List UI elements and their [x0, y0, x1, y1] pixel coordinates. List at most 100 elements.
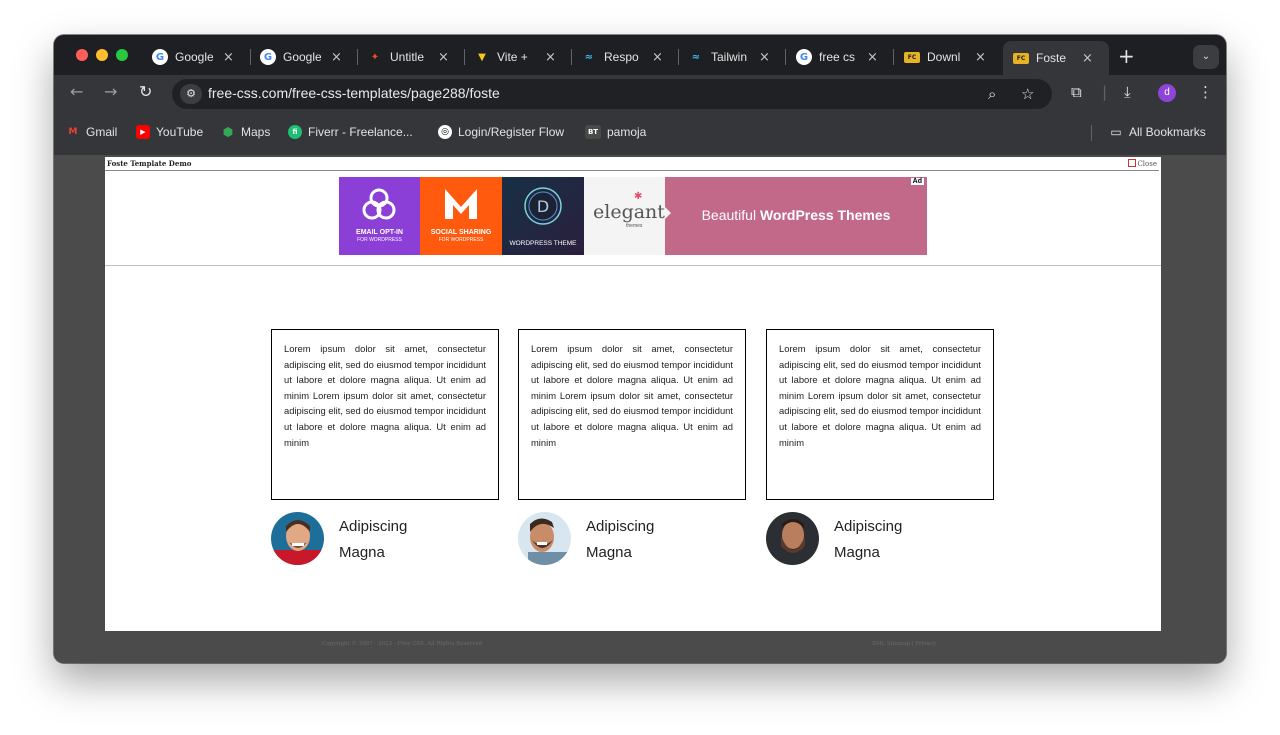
demo-close-label: Close: [1137, 160, 1157, 168]
back-icon[interactable]: ←: [70, 82, 83, 101]
demo-title: Foste Template Demo: [107, 159, 192, 168]
author-name-line1: Adipiscing: [586, 518, 655, 535]
browser-tab[interactable]: G Google ×: [260, 43, 342, 71]
author-avatar: [518, 512, 571, 565]
footer-links[interactable]: XML Sitemap | Privacy: [872, 641, 936, 647]
address-bar[interactable]: ⚙ free-css.com/free-css-templates/page28…: [172, 79, 1052, 109]
close-tab-icon[interactable]: ×: [652, 50, 663, 65]
elegant-star-icon: ✱: [634, 191, 643, 202]
ad-panel-tagline: Beautiful WordPress Themes Ad: [665, 177, 927, 255]
gmail-icon: M: [68, 127, 78, 137]
testimonial-card: Lorem ipsum dolor sit amet, consectetur …: [518, 329, 746, 500]
close-tab-icon[interactable]: ×: [545, 50, 556, 65]
ad-label: Ad: [910, 178, 924, 185]
browser-tab[interactable]: ≈ Respo ×: [581, 43, 663, 71]
folder-icon: ▭: [1110, 125, 1122, 139]
reload-icon[interactable]: ↻: [139, 82, 152, 101]
bt-icon: BT: [585, 125, 601, 139]
ad-panel-divi: D WORDPRESS THEME: [502, 177, 584, 255]
bookmark-label: Fiverr - Freelance...: [308, 125, 413, 139]
toolbar-divider: |: [1102, 83, 1108, 101]
tailwind-icon: ≈: [691, 51, 701, 63]
google-icon: G: [152, 49, 168, 65]
close-tab-icon[interactable]: ×: [975, 50, 986, 65]
close-tab-icon[interactable]: ×: [438, 50, 449, 65]
browser-tab[interactable]: ▼ Vite + ×: [474, 43, 556, 71]
ad-panel-social: SOCIAL SHARING FOR WORDPRESS: [420, 177, 502, 255]
ad-panel-title: SOCIAL SHARING: [430, 229, 492, 236]
forward-icon[interactable]: →: [104, 82, 117, 101]
maps-icon: ⬢: [222, 125, 234, 139]
zoom-icon[interactable]: ⌕: [988, 85, 996, 103]
site-info-icon[interactable]: ⚙: [180, 84, 202, 104]
profile-avatar[interactable]: d: [1158, 84, 1176, 102]
tab-title: Google: [283, 50, 321, 64]
demo-close-button[interactable]: Close: [1128, 159, 1157, 168]
extensions-icon[interactable]: ⧉: [1071, 83, 1082, 101]
google-icon: G: [260, 49, 276, 65]
author-name: Adipiscing Magna: [834, 514, 944, 566]
tab-divider: [357, 49, 358, 65]
tab-title: Downl: [927, 50, 961, 64]
close-tab-icon[interactable]: ×: [867, 50, 878, 65]
elegant-wordmark: elegant: [593, 201, 665, 223]
ad-tagline-plain: Beautiful: [701, 207, 760, 223]
ad-tagline: Beautiful WordPress Themes: [665, 207, 927, 223]
bookmark-youtube[interactable]: ▶ YouTube: [136, 125, 203, 139]
vite-icon: ▼: [478, 51, 486, 63]
testimonial-card: Lorem ipsum dolor sit amet, consectetur …: [271, 329, 499, 500]
elegant-sub: themes: [626, 223, 643, 229]
browser-tab-active[interactable]: FC Foste ×: [1003, 41, 1109, 75]
bookmark-login-register[interactable]: ◎ Login/Register Flow: [438, 125, 564, 139]
site-footer: Copyright © 2007 - 2023 - Free CSS. All …: [54, 641, 1226, 663]
close-tab-icon[interactable]: ×: [331, 50, 342, 65]
svg-text:D: D: [537, 197, 549, 216]
close-tab-icon[interactable]: ×: [759, 50, 770, 65]
close-window-button[interactable]: [76, 49, 88, 61]
bookmark-label: Gmail: [86, 125, 118, 139]
browser-tab[interactable]: G free cs ×: [796, 43, 878, 71]
author-name-line2: Magna: [834, 544, 880, 561]
minimize-window-button[interactable]: [96, 49, 108, 61]
tab-divider: [678, 49, 679, 65]
bookmark-label: YouTube: [156, 125, 204, 139]
monarch-logo-icon: [445, 189, 477, 219]
chatgpt-icon: ◎: [438, 125, 452, 139]
download-icon[interactable]: ⤓: [1124, 83, 1131, 101]
author-name-line2: Magna: [339, 544, 385, 561]
freecss-icon: FC: [1013, 52, 1029, 64]
tab-divider: [250, 49, 251, 65]
bookmark-maps[interactable]: ⬢ Maps: [221, 125, 271, 139]
ad-banner[interactable]: EMAIL OPT-IN FOR WORDPRESS SOCIAL SHARIN…: [339, 177, 927, 255]
new-tab-button[interactable]: +: [1118, 44, 1135, 68]
ad-panel-elegant: elegant ✱ themes: [584, 177, 665, 255]
browser-tab[interactable]: ✦ Untitle ×: [367, 43, 449, 71]
ad-divider: [105, 265, 1161, 266]
menu-icon[interactable]: ⋮: [1198, 83, 1213, 101]
browser-tab[interactable]: ≈ Tailwin ×: [688, 43, 770, 71]
browser-tab[interactable]: G Google ×: [152, 43, 234, 71]
maximize-window-button[interactable]: [116, 49, 128, 61]
author-avatar: [271, 512, 324, 565]
youtube-icon: ▶: [136, 125, 150, 139]
freecss-icon: FC: [904, 51, 920, 63]
tab-search-button[interactable]: ⌄: [1193, 45, 1219, 69]
close-tab-icon[interactable]: ×: [223, 50, 234, 65]
bookmark-gmail[interactable]: M Gmail: [66, 125, 118, 139]
bookmark-fiverr[interactable]: fi Fiverr - Freelance...: [288, 125, 413, 139]
tab-title: Tailwin: [711, 50, 748, 64]
browser-tab[interactable]: FC Downl ×: [904, 43, 986, 71]
bookmark-label: Login/Register Flow: [458, 125, 565, 139]
url-text[interactable]: free-css.com/free-css-templates/page288/…: [208, 85, 500, 101]
bookmarks-divider: [1091, 125, 1092, 141]
ad-panel-title: EMAIL OPT-IN: [356, 229, 403, 236]
close-tab-icon[interactable]: ×: [1082, 51, 1093, 66]
tab-strip: G Google × G Google × ✦ Untitle × ▼ Vite…: [54, 35, 1226, 75]
bookmark-star-icon[interactable]: ☆: [1021, 85, 1034, 103]
author-name-line2: Magna: [586, 544, 632, 561]
demo-frame: Foste Template Demo Close EMAIL OPT-IN F…: [105, 157, 1161, 631]
all-bookmarks-button[interactable]: ▭ All Bookmarks: [1109, 125, 1205, 139]
ad-panel-subtitle: FOR WORDPRESS: [438, 237, 484, 243]
tab-title: free cs: [819, 50, 856, 64]
bookmark-pamoja[interactable]: BT pamoja: [585, 125, 646, 139]
